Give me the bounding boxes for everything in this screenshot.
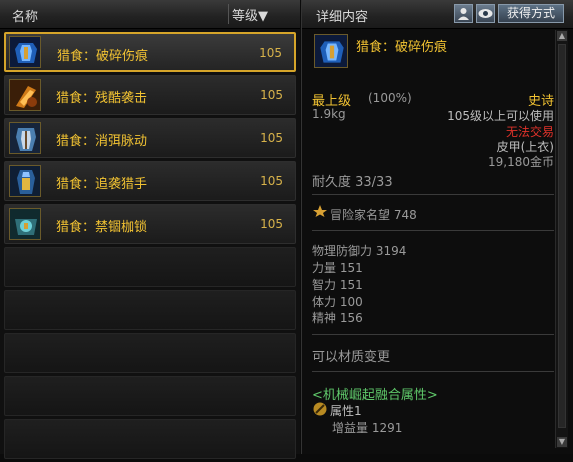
armor-icon xyxy=(314,34,348,68)
item-name: 猎食：破碎伤痕 xyxy=(356,40,448,55)
gain-amount: 增益量 1291 xyxy=(332,421,403,435)
fusion-attribute-title: <机械崛起融合属性> xyxy=(312,388,438,403)
detail-title: 详细内容 xyxy=(316,10,369,25)
list-item[interactable]: 猎食：禁锢枷锁 105 xyxy=(4,204,296,244)
adventurer-fame: 冒险家名望 748 xyxy=(330,208,417,222)
item-list-panel: 名称 等级▼ 猎食：破碎伤痕 105 猎食：残酷袭击 105 猎食：消弭脉动 1… xyxy=(0,0,300,459)
item-level: 105 xyxy=(259,46,282,60)
obtain-method-button[interactable]: 获得方式 xyxy=(498,4,564,23)
item-detail-panel: 详细内容 获得方式 猎食：破碎伤痕 最上级 (100%) 史诗 1.9kg 10… xyxy=(301,0,573,454)
scroll-down-icon[interactable]: ▼ xyxy=(557,437,567,447)
stat-line: 体力 100 xyxy=(312,295,363,309)
detail-scrollbar[interactable]: ▲ ▼ xyxy=(555,30,568,448)
divider xyxy=(312,230,554,231)
list-item[interactable]: 猎食：追袭猎手 105 xyxy=(4,161,296,201)
divider xyxy=(312,371,554,372)
grade-percent: (100%) xyxy=(368,91,412,105)
empty-slot xyxy=(4,290,296,330)
scroll-up-icon[interactable]: ▲ xyxy=(557,31,567,41)
item-label: 猎食：追袭猎手 xyxy=(56,177,148,192)
empty-slot xyxy=(4,247,296,287)
list-header: 名称 等级▼ xyxy=(0,0,300,29)
detail-header: 详细内容 获得方式 xyxy=(302,0,573,29)
attribute-label: 属性1 xyxy=(330,404,362,418)
item-list: 猎食：破碎伤痕 105 猎食：残酷袭击 105 猎食：消弭脉动 105 猎食：追… xyxy=(4,32,296,462)
divider xyxy=(312,194,554,195)
empty-slot xyxy=(4,333,296,373)
physical-defense: 物理防御力 3194 xyxy=(312,244,407,258)
stat-line: 智力 151 xyxy=(312,278,363,292)
stat-line: 力量 151 xyxy=(312,261,363,275)
divider xyxy=(312,334,554,335)
level-requirement: 105级以上可以使用 xyxy=(447,109,554,123)
sell-price: 19,180金币 xyxy=(488,155,554,169)
list-item[interactable]: 猎食：消弭脉动 105 xyxy=(4,118,296,158)
avatar-preview-icon[interactable] xyxy=(454,4,473,23)
item-level: 105 xyxy=(260,88,283,102)
item-label: 猎食：消弭脉动 xyxy=(56,134,148,149)
item-label: 猎食：残酷袭击 xyxy=(56,91,148,106)
empty-slot xyxy=(4,419,296,459)
detail-body: 猎食：破碎伤痕 最上级 (100%) 史诗 1.9kg 105级以上可以使用 无… xyxy=(308,30,554,450)
stat-line: 精神 156 xyxy=(312,311,363,325)
weapon-icon xyxy=(9,79,41,111)
armor-icon xyxy=(9,36,41,68)
armor-icon xyxy=(9,165,41,197)
column-name-header[interactable]: 名称 xyxy=(12,6,38,25)
list-item[interactable]: 猎食：残酷袭击 105 xyxy=(4,75,296,115)
material-change-note: 可以材质变更 xyxy=(312,350,391,365)
eye-icon[interactable] xyxy=(476,4,495,23)
column-divider xyxy=(228,4,229,24)
item-level: 105 xyxy=(260,217,283,231)
weight: 1.9kg xyxy=(312,107,346,121)
item-label: 猎食：破碎伤痕 xyxy=(57,49,149,64)
fame-icon xyxy=(312,204,328,221)
empty-slot xyxy=(4,376,296,416)
armor-icon xyxy=(9,122,41,154)
column-level-sort-header[interactable]: 等级▼ xyxy=(232,5,268,24)
list-item[interactable]: 猎食：破碎伤痕 105 xyxy=(4,32,296,72)
scroll-thumb[interactable] xyxy=(558,44,566,428)
attribute-icon xyxy=(312,401,328,420)
durability: 耐久度 33/33 xyxy=(312,175,393,190)
item-label: 猎食：禁锢枷锁 xyxy=(56,220,148,235)
item-level: 105 xyxy=(260,174,283,188)
item-level: 105 xyxy=(260,131,283,145)
accessory-icon xyxy=(9,208,41,240)
